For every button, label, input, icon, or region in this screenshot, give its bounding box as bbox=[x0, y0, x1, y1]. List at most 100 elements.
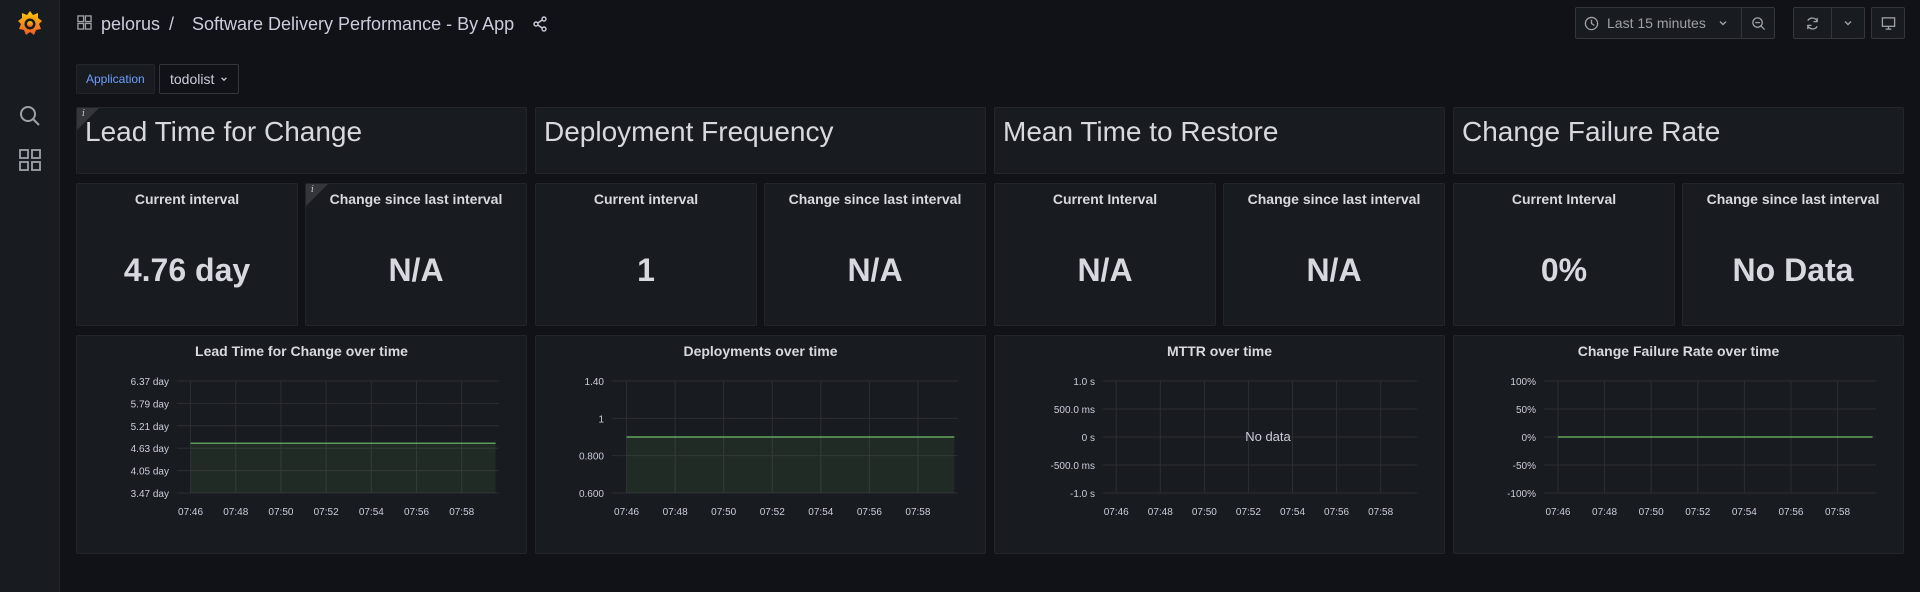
stat-panel: Change since last interval N/A bbox=[1223, 183, 1445, 326]
stat-value: N/A bbox=[388, 252, 444, 288]
section-panel-change-failure-rate: Change Failure Rate bbox=[1453, 107, 1904, 174]
timeseries-panel-change-failure-rate: Change Failure Rate over time 100% 50% 0% -… bbox=[1453, 335, 1904, 554]
stat-title: Change since last interval bbox=[329, 191, 503, 207]
y-tick-label: 500.0 ms bbox=[1054, 405, 1095, 416]
stat-value: N/A bbox=[1306, 252, 1362, 288]
stat-value: 4.76 day bbox=[123, 252, 251, 288]
section-title: Deployment Frequency bbox=[544, 116, 834, 147]
x-tick-label: 07:52 bbox=[760, 507, 785, 518]
x-tick-label: 07:56 bbox=[1324, 507, 1349, 518]
breadcrumb-folder[interactable]: pelorus bbox=[101, 14, 160, 35]
x-tick-label: 07:50 bbox=[711, 507, 736, 518]
x-tick-label: 07:56 bbox=[857, 507, 882, 518]
top-nav-bar: pelorus / Software Delivery Performance … bbox=[60, 0, 1920, 46]
breadcrumb-separator: / bbox=[169, 14, 175, 34]
stat-title: Current interval bbox=[134, 191, 240, 207]
y-tick-label: 0.800 bbox=[579, 452, 604, 463]
mttr-chart[interactable]: 1.0 s 500.0 ms 0 s -500.0 ms -1.0 s 07:46 07:4… bbox=[995, 336, 1444, 553]
refresh-interval-dropdown[interactable] bbox=[1832, 8, 1864, 38]
x-tick-label: 07:58 bbox=[905, 507, 930, 518]
change-failure-rate-chart[interactable]: 100% 50% 0% -50% -100% 07:46 07:48 07:50 07:52 07… bbox=[1454, 336, 1903, 553]
x-tick-label: 07:48 bbox=[1148, 507, 1173, 518]
x-tick-label: 07:48 bbox=[1592, 507, 1617, 518]
y-tick-label: 4.05 day bbox=[131, 467, 169, 478]
timeseries-panel-lead-time: Lead Time for Change over time 6.37 day 5… bbox=[76, 335, 527, 554]
y-tick-label: 1.40 bbox=[585, 377, 605, 388]
timeseries-panel-mttr: MTTR over time 1.0 s 500.0 ms 0 s -500.0 ms… bbox=[994, 335, 1445, 554]
refresh-button[interactable] bbox=[1794, 8, 1832, 38]
x-tick-label: 07:54 bbox=[1280, 507, 1305, 518]
breadcrumb-dashboard-title[interactable]: Software Delivery Performance - By App bbox=[192, 14, 514, 35]
y-tick-label: 5.21 day bbox=[131, 422, 169, 433]
stat-value: 1 bbox=[637, 252, 655, 288]
y-tick-label: 100% bbox=[1510, 377, 1536, 388]
stat-panel: Current Interval N/A bbox=[994, 183, 1216, 326]
x-tick-label: 07:54 bbox=[1732, 507, 1757, 518]
series-area-fill bbox=[190, 443, 496, 493]
y-tick-label: 5.79 day bbox=[131, 399, 169, 410]
stat-panel: i Change since last interval N/A bbox=[305, 183, 527, 326]
y-tick-label: -500.0 ms bbox=[1051, 461, 1095, 472]
chevron-down-icon bbox=[221, 77, 228, 82]
chart-title: MTTR over time bbox=[1166, 343, 1272, 359]
dashboards-grid-icon[interactable] bbox=[18, 148, 42, 172]
y-tick-label: 0.600 bbox=[579, 489, 604, 500]
refresh-icon bbox=[1807, 16, 1818, 30]
x-tick-label: 07:58 bbox=[1825, 507, 1850, 518]
x-tick-label: 07:46 bbox=[614, 507, 639, 518]
chart-title: Deployments over time bbox=[683, 343, 838, 359]
y-tick-label: 4.63 day bbox=[131, 444, 169, 455]
stat-title: Change since last interval bbox=[1247, 191, 1421, 207]
no-data-label: No data bbox=[1245, 429, 1291, 444]
x-tick-label: 07:46 bbox=[1104, 507, 1129, 518]
stat-panel: Change since last interval N/A bbox=[764, 183, 986, 326]
application-variable-value: todolist bbox=[170, 71, 215, 87]
x-tick-label: 07:50 bbox=[268, 507, 293, 518]
y-tick-label: -50% bbox=[1513, 461, 1536, 472]
clock-icon bbox=[1584, 16, 1599, 30]
x-tick-label: 07:56 bbox=[1778, 507, 1803, 518]
x-tick-label: 07:50 bbox=[1639, 507, 1664, 518]
y-tick-label: 0% bbox=[1522, 433, 1537, 444]
dashboards-grid-icon bbox=[77, 15, 92, 30]
section-title: Change Failure Rate bbox=[1462, 116, 1721, 147]
search-icon[interactable] bbox=[18, 104, 42, 128]
time-range-picker[interactable]: Last 15 minutes bbox=[1576, 8, 1742, 38]
stat-title: Change since last interval bbox=[1706, 191, 1880, 207]
y-tick-label: 0 s bbox=[1082, 433, 1095, 444]
section-panel-deployment-frequency: Deployment Frequency bbox=[535, 107, 986, 174]
tv-mode-group bbox=[1871, 7, 1905, 39]
grafana-logo-icon[interactable] bbox=[16, 9, 44, 39]
zoom-out-icon bbox=[1751, 16, 1765, 30]
chart-title: Change Failure Rate over time bbox=[1577, 343, 1780, 359]
refresh-group bbox=[1793, 7, 1865, 39]
time-picker-group: Last 15 minutes bbox=[1575, 7, 1775, 39]
stat-panel: Change since last interval No Data bbox=[1682, 183, 1904, 326]
zoom-out-button[interactable] bbox=[1742, 8, 1774, 38]
stat-value: N/A bbox=[1077, 252, 1133, 288]
stat-panel: Current Interval 0% bbox=[1453, 183, 1675, 326]
x-tick-label: 07:54 bbox=[359, 507, 384, 518]
tv-mode-button[interactable] bbox=[1872, 8, 1904, 38]
chevron-down-icon bbox=[1719, 21, 1727, 26]
variable-label-application: Application bbox=[76, 64, 155, 94]
stat-title: Current Interval bbox=[1511, 191, 1617, 207]
y-tick-label: 1.0 s bbox=[1073, 377, 1095, 388]
x-tick-label: 07:54 bbox=[808, 507, 833, 518]
x-tick-label: 07:50 bbox=[1192, 507, 1217, 518]
stat-value: N/A bbox=[847, 252, 903, 288]
stat-value: 0% bbox=[1540, 252, 1588, 288]
tv-mode-icon bbox=[1881, 16, 1895, 30]
y-tick-label: 6.37 day bbox=[131, 377, 169, 388]
x-tick-label: 07:52 bbox=[1236, 507, 1261, 518]
time-range-label: Last 15 minutes bbox=[1607, 15, 1706, 31]
chevron-down-icon bbox=[1844, 21, 1852, 26]
share-icon[interactable] bbox=[532, 16, 548, 32]
y-tick-label: -1.0 s bbox=[1070, 489, 1095, 500]
x-tick-label: 07:48 bbox=[223, 507, 248, 518]
lead-time-chart[interactable]: 6.37 day 5.79 day 5.21 day 4.63 day 4.05 day… bbox=[77, 336, 526, 553]
section-title: Lead Time for Change bbox=[85, 116, 363, 147]
stat-panel: Current interval 4.76 day bbox=[76, 183, 298, 326]
deployments-chart[interactable]: 1.40 1 0.800 0.600 07:46 07:48 07:50 07:52 07:54… bbox=[536, 336, 985, 553]
application-variable-select[interactable]: todolist bbox=[159, 64, 240, 94]
